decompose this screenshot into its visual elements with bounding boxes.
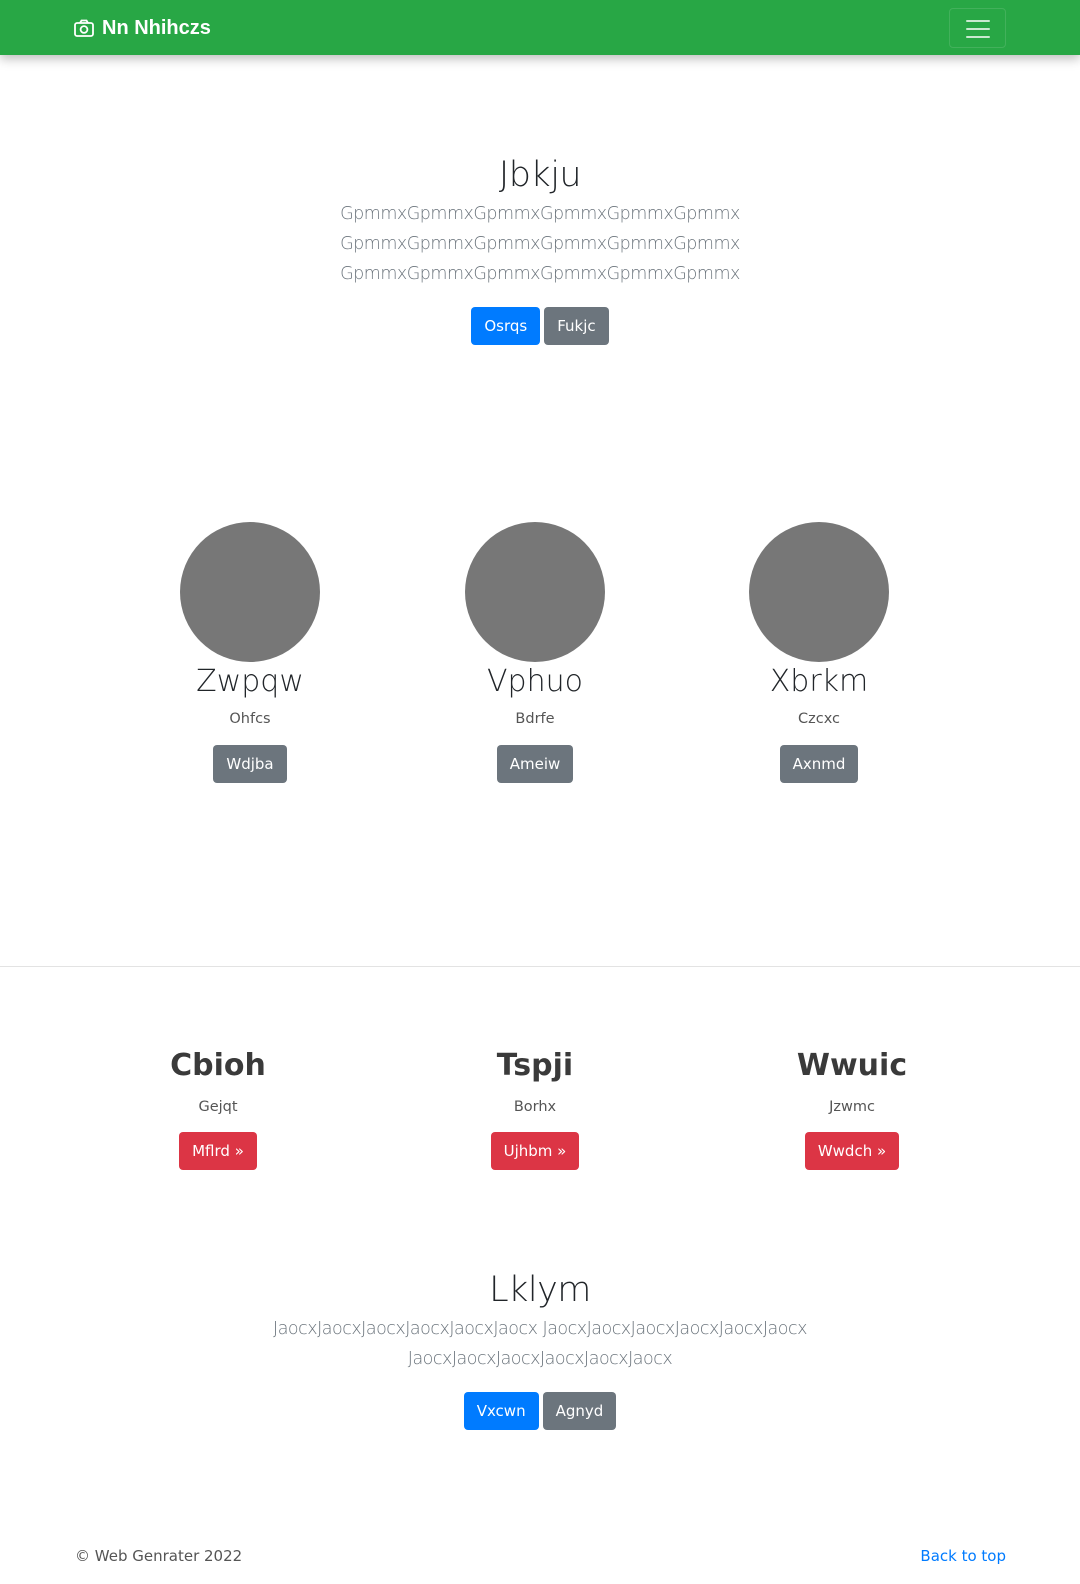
- cta-text-line: JaocxJaocxJaocxJaocxJaocxJaocx: [407, 1349, 673, 1369]
- feature-title: Tspji: [496, 1048, 574, 1083]
- feature-card: Wwuic Jzwmc Wwdch »: [702, 1046, 1002, 1170]
- person-button[interactable]: Wdjba: [213, 745, 287, 783]
- person-name: Xbrkm: [769, 664, 869, 699]
- feature-title: Cbioh: [170, 1048, 266, 1083]
- section-divider: [0, 966, 1080, 967]
- cta-text-line: JaocxJaocxJaocxJaocxJaocxJaocx JaocxJaoc…: [273, 1319, 807, 1339]
- hero-section: Jbkju GpmmxGpmmxGpmmxGpmmxGpmmxGpmmx Gpm…: [0, 155, 1080, 345]
- hero-primary-button[interactable]: Osrqs: [471, 307, 541, 345]
- hero-text-line: GpmmxGpmmxGpmmxGpmmxGpmmxGpmmx: [340, 204, 740, 224]
- cta-primary-button[interactable]: Vxcwn: [463, 1392, 539, 1430]
- footer-copyright: © Web Genrater 2022: [75, 1547, 243, 1565]
- feature-card: Cbioh Gejqt Mflrd »: [68, 1046, 368, 1170]
- navbar-toggler-button[interactable]: [949, 8, 1006, 48]
- person-name: Zwpqw: [196, 664, 304, 699]
- cta-section: Lklym JaocxJaocxJaocxJaocxJaocxJaocx Jao…: [0, 1270, 1080, 1430]
- person-name: Vphuo: [487, 664, 583, 699]
- feature-button[interactable]: Wwdch »: [804, 1132, 900, 1170]
- hero-text-line: GpmmxGpmmxGpmmxGpmmxGpmmxGpmmx: [340, 234, 740, 254]
- hero-text-line: GpmmxGpmmxGpmmxGpmmxGpmmxGpmmx: [340, 264, 740, 284]
- feature-card: Tspji Borhx Ujhbm »: [385, 1046, 685, 1170]
- person-button[interactable]: Ameiw: [496, 745, 574, 783]
- avatar-placeholder: [465, 522, 605, 662]
- avatar-placeholder: [749, 522, 889, 662]
- person-card: Xbrkm Czcxc Axnmd: [669, 522, 969, 783]
- back-to-top-link[interactable]: Back to top: [920, 1547, 1006, 1565]
- feature-button[interactable]: Mflrd »: [179, 1132, 257, 1170]
- person-card: Vphuo Bdrfe Ameiw: [385, 522, 685, 783]
- cta-title: Lklym: [489, 1270, 591, 1310]
- feature-subtitle: Gejqt: [198, 1099, 238, 1115]
- navbar-brand[interactable]: Nn Nhihczs: [74, 15, 211, 41]
- feature-subtitle: Jzwmc: [829, 1099, 875, 1115]
- navbar: Nn Nhihczs: [0, 0, 1080, 55]
- camera-icon: [74, 19, 94, 37]
- cta-secondary-button[interactable]: Agnyd: [542, 1392, 617, 1430]
- hero-title: Jbkju: [498, 155, 582, 195]
- feature-subtitle: Borhx: [513, 1099, 557, 1115]
- avatar-placeholder: [180, 522, 320, 662]
- person-subtitle: Ohfcs: [229, 711, 271, 727]
- person-button[interactable]: Axnmd: [779, 745, 859, 783]
- person-card: Zwpqw Ohfcs Wdjba: [100, 522, 400, 783]
- hero-secondary-button[interactable]: Fukjc: [544, 307, 609, 345]
- person-subtitle: Bdrfe: [515, 711, 555, 727]
- feature-title: Wwuic: [796, 1048, 908, 1083]
- feature-button[interactable]: Ujhbm »: [490, 1132, 580, 1170]
- brand-text: Nn Nhihczs: [102, 16, 211, 39]
- person-subtitle: Czcxc: [797, 711, 840, 727]
